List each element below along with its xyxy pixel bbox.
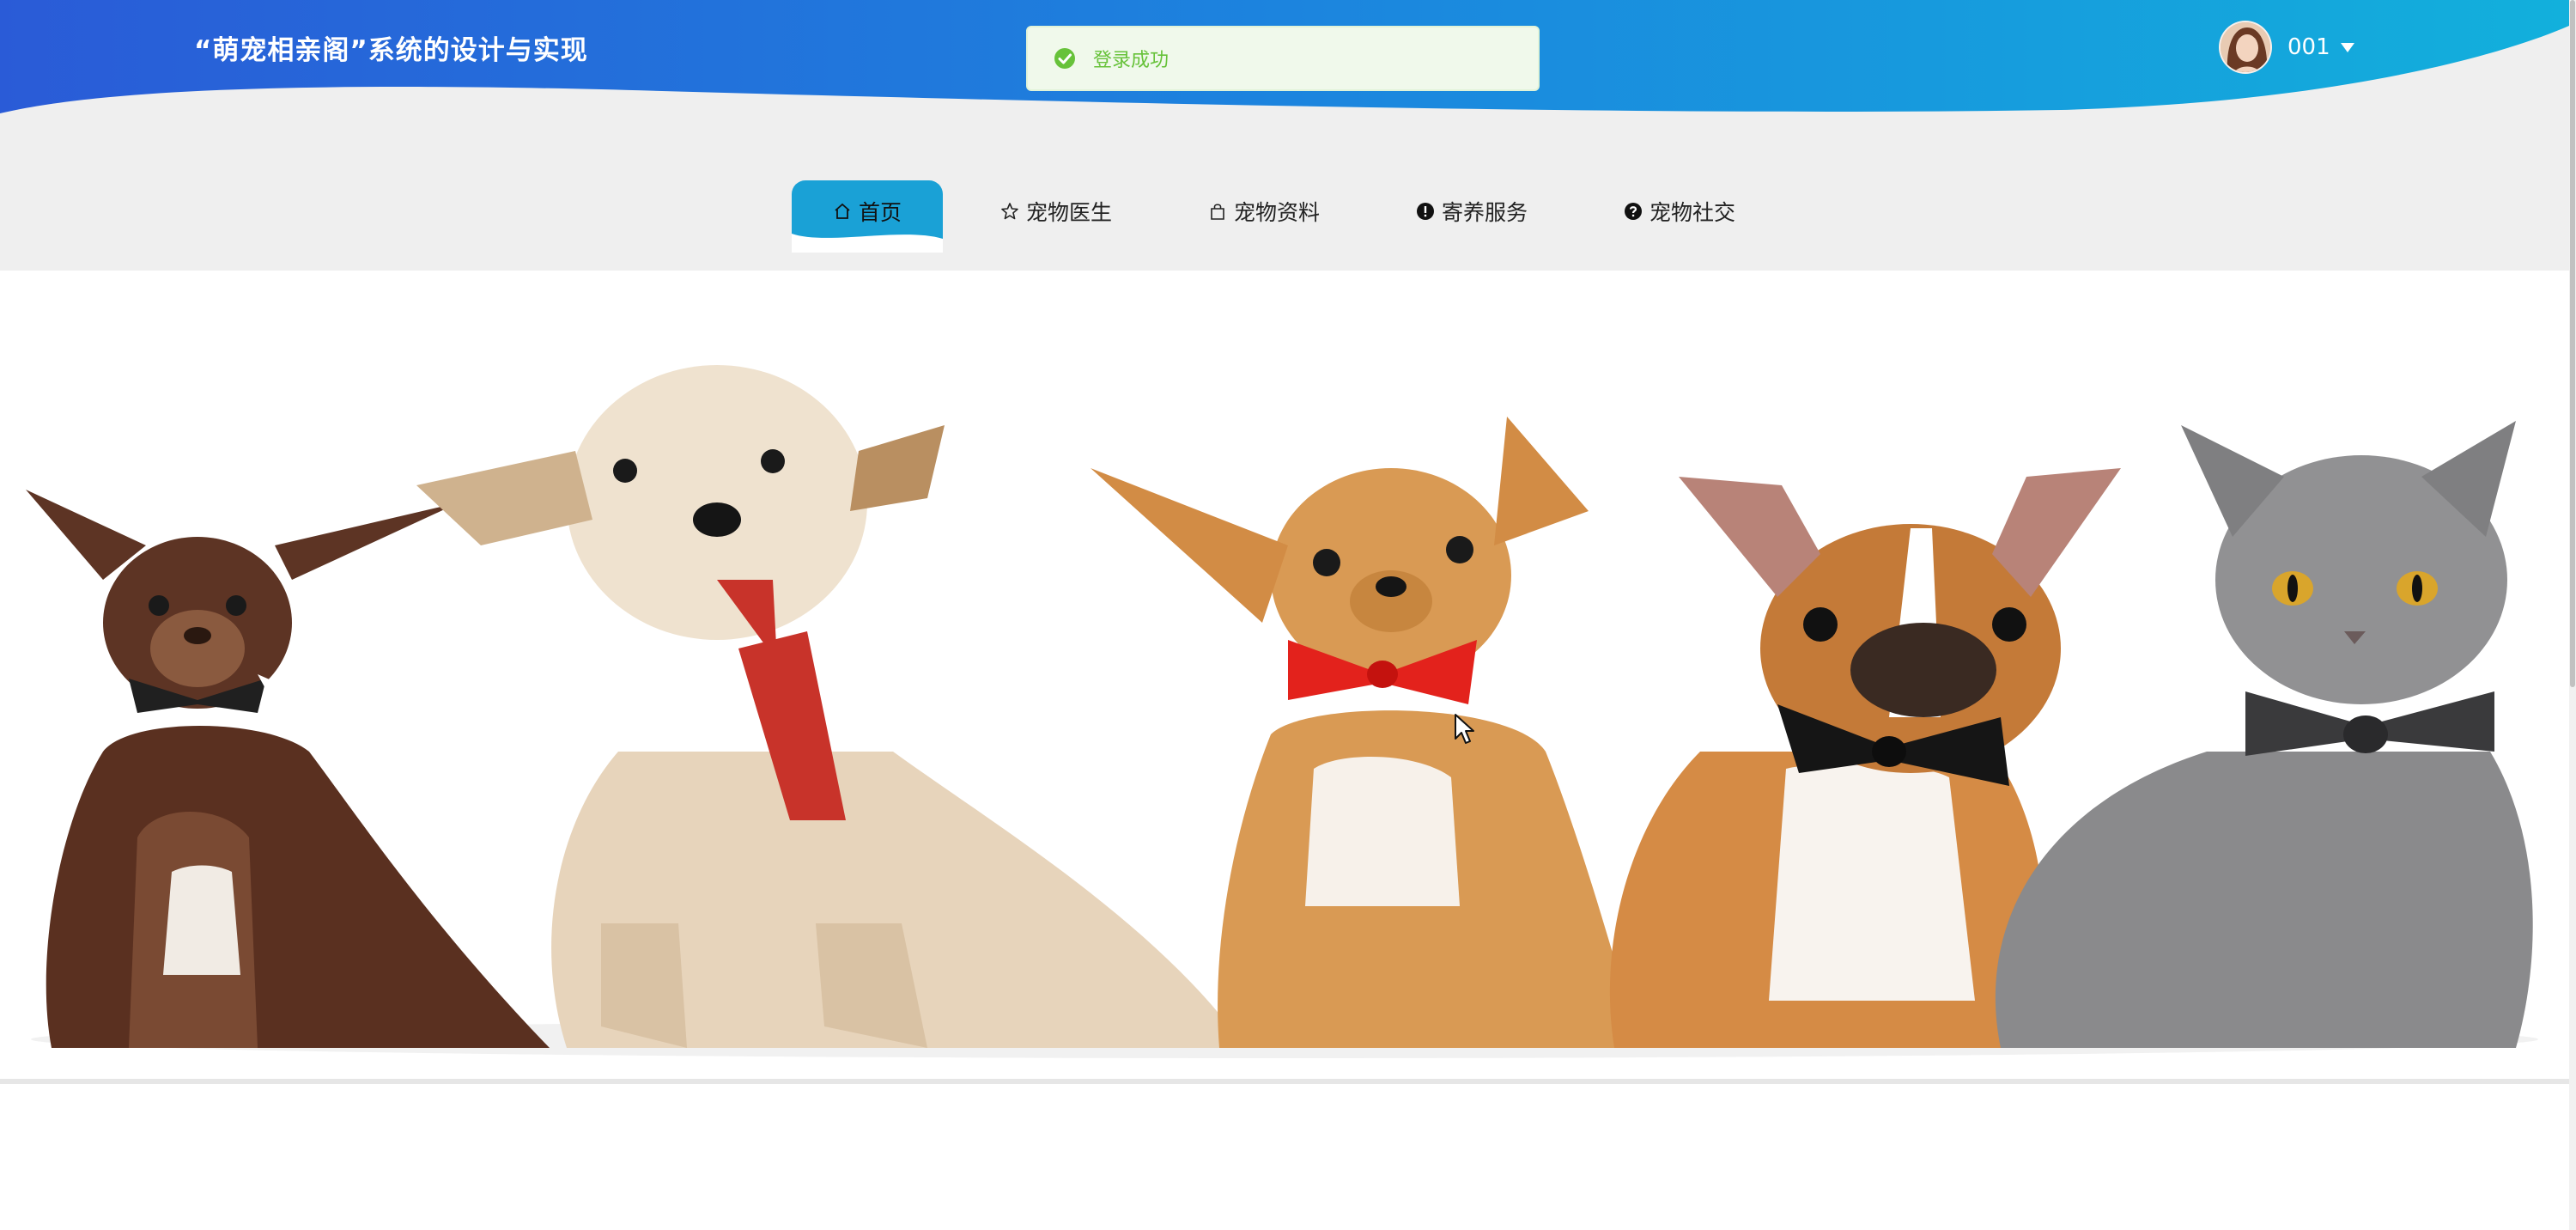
nav-label-pet-info: 宠物资料 (1233, 200, 1320, 225)
nav-label-home: 首页 (858, 200, 902, 225)
toast-message: 登录成功 (1093, 50, 1170, 71)
nav-label-boarding: 寄养服务 (1441, 200, 1528, 225)
bag-icon (1211, 204, 1224, 220)
nav-item-pet-info[interactable]: 宠物资料 (1195, 180, 1333, 242)
nav-label-pet-social: 宠物社交 (1649, 200, 1735, 225)
site-title: “萌宠相亲阁”系统的设计与实现 (194, 35, 588, 66)
avatar[interactable] (2219, 21, 2272, 74)
page-scrollbar[interactable] (2569, 0, 2576, 1230)
username[interactable]: 001 (2287, 34, 2330, 60)
mouse-cursor-icon (1455, 714, 1474, 744)
check-circle-icon (1054, 48, 1075, 69)
nav-item-boarding[interactable]: 寄养服务 (1403, 180, 1540, 242)
banner-divider (0, 1079, 2569, 1084)
nav-label-pet-doctor: 宠物医生 (1025, 200, 1112, 225)
main-nav: 首页 宠物医生 宠物资料 寄养服务 宠物社交 (0, 180, 2569, 253)
home-icon (835, 203, 850, 219)
nav-item-home[interactable]: 首页 (792, 180, 943, 253)
star-icon (1001, 203, 1018, 220)
nav-item-pet-social[interactable]: 宠物社交 (1611, 180, 1748, 242)
user-menu[interactable]: 001 (2219, 19, 2354, 76)
login-success-toast: 登录成功 (1026, 26, 1540, 91)
scrollbar-thumb[interactable] (2570, 0, 2575, 687)
page: “萌宠相亲阁”系统的设计与实现 001 登录成功 首页 宠物医生 宠物资料 寄养… (0, 0, 2576, 1230)
caret-down-icon[interactable] (2340, 42, 2354, 52)
nav-active-wave (792, 234, 943, 253)
question-circle-icon (1624, 203, 1642, 220)
nav-item-pet-doctor[interactable]: 宠物医生 (987, 180, 1125, 242)
banner-carousel[interactable] (0, 271, 2569, 1082)
banner-pets-image (0, 271, 2569, 1082)
exclamation-circle-icon (1416, 203, 1434, 220)
